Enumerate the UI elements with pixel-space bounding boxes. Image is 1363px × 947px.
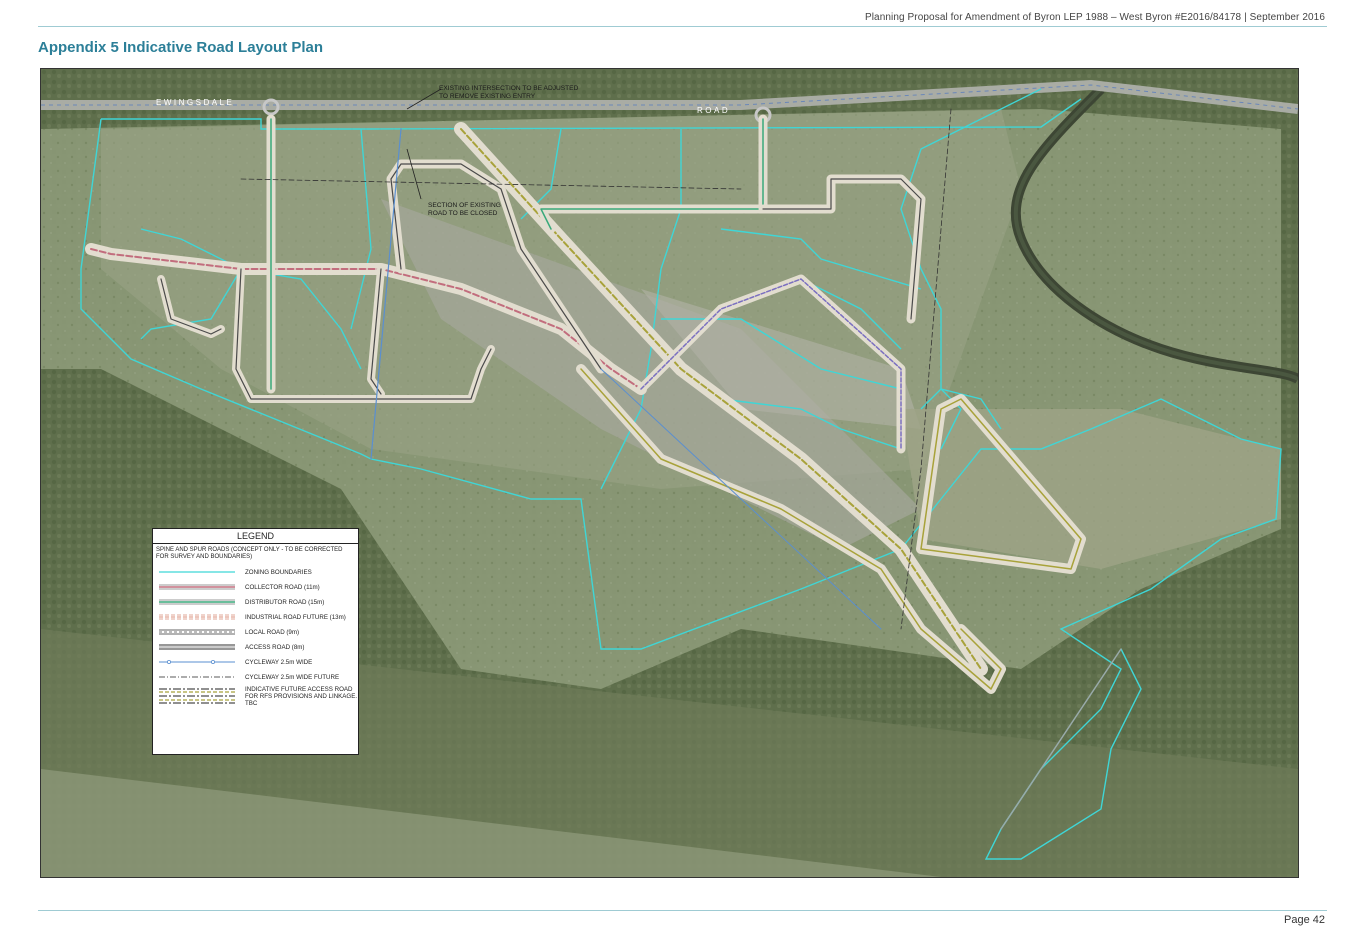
legend-label: CYCLEWAY 2.5m WIDE (245, 658, 313, 666)
page-number: Page 42 (1284, 914, 1325, 926)
header-rule (38, 26, 1327, 27)
zoning-boundary-symbol (159, 571, 235, 573)
legend-item-access: ACCESS ROAD (8m) (159, 641, 358, 653)
legend-item-cycleway-future: CYCLEWAY 2.5m WIDE FUTURE (159, 671, 358, 683)
legend-label: INDUSTRIAL ROAD FUTURE (13m) (245, 613, 346, 621)
footer-rule (38, 910, 1327, 911)
page-title: Appendix 5 Indicative Road Layout Plan (38, 39, 324, 56)
industrial-road-symbol (159, 614, 235, 620)
aerial-map: EWINGSDALE ROAD EXISTING INTERSECTION TO… (41, 69, 1298, 877)
map-legend: LEGEND SPINE AND SPUR ROADS (CONCEPT ONL… (152, 528, 359, 755)
legend-label: ACCESS ROAD (8m) (245, 643, 305, 651)
legend-note: SPINE AND SPUR ROADS (CONCEPT ONLY - TO … (156, 547, 343, 560)
ewingsdale-label: EWINGSDALE (156, 98, 234, 107)
access-road-symbol (159, 644, 235, 650)
legend-item-zoning: ZONING BOUNDARIES (159, 566, 358, 578)
legend-item-collector: COLLECTOR ROAD (11m) (159, 581, 358, 593)
legend-label: ZONING BOUNDARIES (245, 568, 312, 576)
road-label: ROAD (697, 106, 730, 115)
legend-label: CYCLEWAY 2.5m WIDE FUTURE (245, 673, 340, 681)
future-access-road-symbol (159, 688, 235, 704)
document-reference: Planning Proposal for Amendment of Byron… (864, 12, 1325, 23)
distributor-road-symbol (159, 599, 235, 605)
legend-item-cycleway: CYCLEWAY 2.5m WIDE (159, 656, 358, 668)
legend-item-industrial: INDUSTRIAL ROAD FUTURE (13m) (159, 611, 358, 623)
cycleway-future-symbol (159, 676, 235, 678)
legend-item-future-access: INDICATIVE FUTURE ACCESS ROAD FOR RFS PR… (159, 686, 358, 712)
closure-note-line2: ROAD TO BE CLOSED (428, 210, 498, 217)
cycleway-symbol (159, 660, 235, 665)
legend-label: DISTRIBUTOR ROAD (15m) (245, 598, 325, 606)
intersection-note-line1: EXISTING INTERSECTION TO BE ADJUSTED (439, 85, 579, 92)
legend-label: INDICATIVE FUTURE ACCESS ROAD FOR RFS PR… (245, 686, 358, 707)
local-road-symbol (159, 629, 235, 635)
legend-item-local: LOCAL ROAD (9m) (159, 626, 358, 638)
legend-title: LEGEND (153, 529, 358, 544)
legend-label: LOCAL ROAD (9m) (245, 628, 300, 636)
intersection-note-line2: TO REMOVE EXISTING ENTRY (439, 93, 536, 100)
collector-road-symbol (159, 584, 235, 590)
legend-label: COLLECTOR ROAD (11m) (245, 583, 320, 591)
legend-item-distributor: DISTRIBUTOR ROAD (15m) (159, 596, 358, 608)
road-layout-map: EWINGSDALE ROAD EXISTING INTERSECTION TO… (40, 68, 1299, 878)
closure-note-line1: SECTION OF EXISTING (428, 202, 501, 209)
